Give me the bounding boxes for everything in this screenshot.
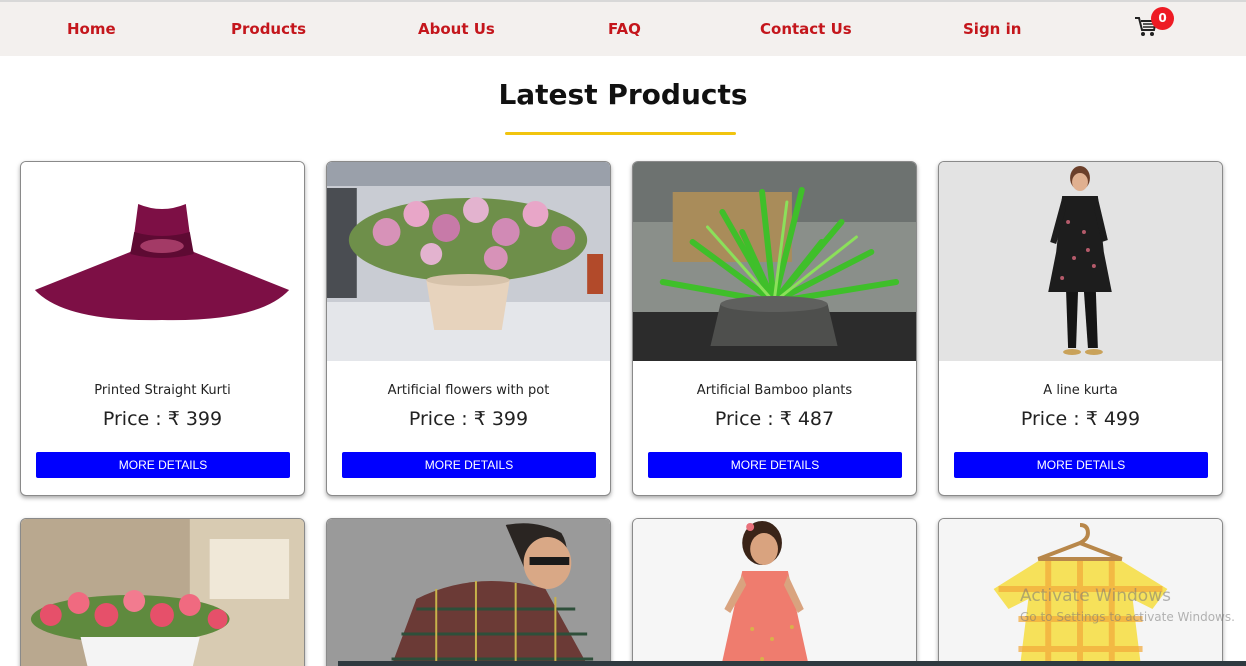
nav-products[interactable]: Products — [231, 20, 306, 38]
more-details-button[interactable]: MORE DETAILS — [648, 452, 902, 478]
product-card — [632, 518, 917, 666]
nav-about-us[interactable]: About Us — [418, 20, 495, 38]
product-name: Printed Straight Kurti — [94, 383, 231, 398]
product-card — [20, 518, 305, 666]
watermark-title: Activate Windows — [1020, 586, 1171, 606]
section-title: Latest Products — [498, 78, 748, 111]
nav-home[interactable]: Home — [67, 20, 116, 38]
product-price: Price : ₹ 499 — [1020, 408, 1141, 430]
product-image-kurta[interactable] — [939, 162, 1222, 361]
product-price: Price : ₹ 399 — [408, 408, 529, 430]
product-price: Price : ₹ 487 — [714, 408, 835, 430]
top-navbar: Home Products About Us FAQ Contact Us Si… — [0, 0, 1246, 56]
watermark-subtitle: Go to Settings to activate Windows. — [1020, 610, 1235, 624]
product-image-flowers[interactable] — [327, 162, 610, 361]
product-price: Price : ₹ 399 — [102, 408, 223, 430]
title-underline — [505, 132, 736, 135]
product-card — [326, 518, 611, 666]
product-card: Artificial Bamboo plants Price : ₹ 487 M… — [632, 161, 917, 496]
product-image-bamboo[interactable] — [633, 162, 916, 361]
cart-count-badge: 0 — [1151, 7, 1174, 30]
product-card: A line kurta Price : ₹ 499 MORE DETAILS — [938, 161, 1223, 496]
horizontal-scrollbar[interactable] — [338, 661, 1246, 666]
more-details-button[interactable]: MORE DETAILS — [954, 452, 1208, 478]
nav-sign-in[interactable]: Sign in — [963, 20, 1021, 38]
product-image-dress[interactable] — [21, 162, 304, 361]
product-name: Artificial Bamboo plants — [696, 383, 853, 398]
product-card: Printed Straight Kurti Price : ₹ 399 MOR… — [20, 161, 305, 496]
nav-contact-us[interactable]: Contact Us — [760, 20, 852, 38]
product-name: A line kurta — [1043, 383, 1118, 398]
product-image-shirt[interactable] — [327, 519, 610, 666]
product-card: Artificial flowers with pot Price : ₹ 39… — [326, 161, 611, 496]
more-details-button[interactable]: MORE DETAILS — [36, 452, 290, 478]
product-image-roses[interactable] — [21, 519, 304, 666]
activate-windows-watermark: Activate Windows Go to Settings to activ… — [1020, 586, 1235, 624]
product-name: Artificial flowers with pot — [387, 383, 550, 398]
more-details-button[interactable]: MORE DETAILS — [342, 452, 596, 478]
nav-faq[interactable]: FAQ — [608, 20, 641, 38]
product-image-girl-dress[interactable] — [633, 519, 916, 666]
